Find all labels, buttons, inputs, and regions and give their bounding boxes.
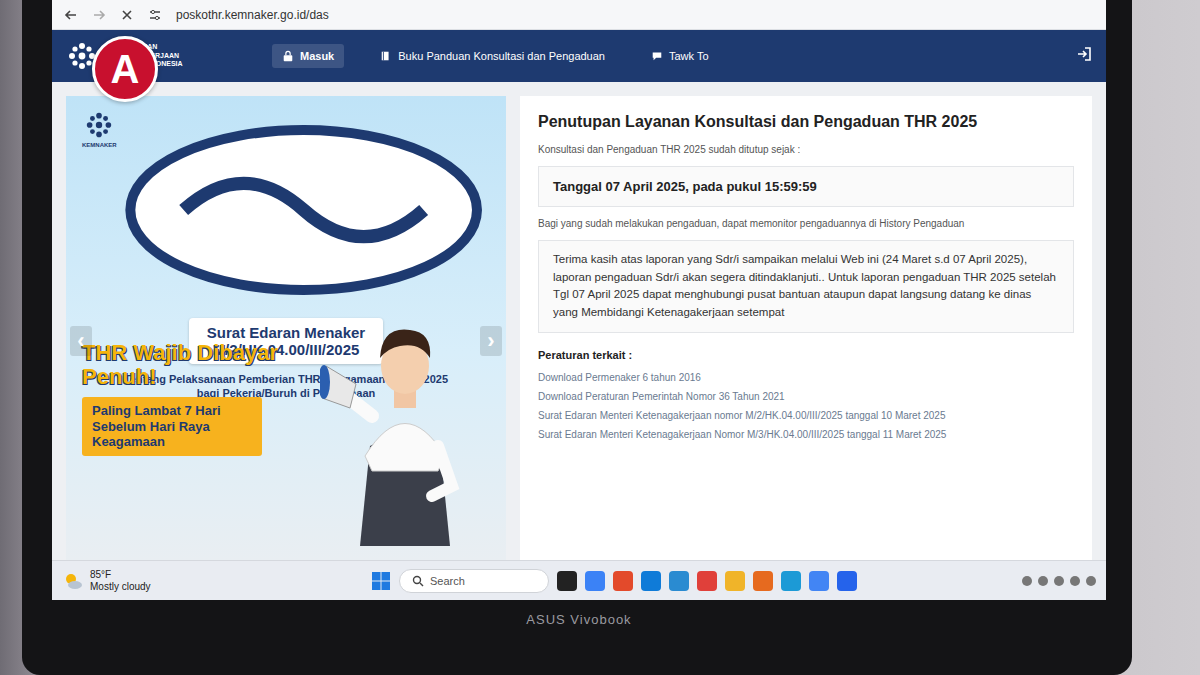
- site-navbar: KEMENTERIANKETENAGAKERJAANREPUBLIK INDON…: [52, 30, 1106, 82]
- laptop: poskothr.kemnaker.go.id/das KEMENTERIANKE…: [22, 0, 1132, 675]
- search-placeholder: Search: [430, 575, 465, 587]
- taskbar-app-icon[interactable]: [669, 571, 689, 591]
- nav-label: Masuk: [300, 50, 334, 62]
- temperature: 85°F: [90, 569, 151, 581]
- regulation-link[interactable]: Download Peraturan Pemerintah Nomor 36 T…: [538, 390, 1074, 403]
- taskbar-app-icon[interactable]: [641, 571, 661, 591]
- lock-icon: [282, 50, 294, 62]
- taskbar-app-icon[interactable]: [585, 571, 605, 591]
- banner-logo: KEMNAKER: [82, 110, 117, 148]
- sun-cloud-icon: [62, 570, 84, 592]
- login-icon[interactable]: [1076, 46, 1092, 62]
- banner-deadline: Paling Lambat 7 Hari Sebelum Hari Raya K…: [82, 397, 262, 456]
- laptop-brand: ASUS Vivobook: [526, 612, 631, 627]
- thr-banner[interactable]: KEMNAKERSurat Edaran MenakerM/2/HK.04.00…: [66, 96, 506, 560]
- weather-condition: Mostly cloudy: [90, 581, 151, 593]
- banner-body: THR Wajib Dibayar Penuh!Paling Lambat 7 …: [82, 409, 490, 546]
- taskbar-app-icon[interactable]: [725, 571, 745, 591]
- regulation-link[interactable]: Surat Edaran Menteri Ketenagakerjaan nom…: [538, 409, 1074, 422]
- closure-panel: Penutupan Layanan Konsultasi dan Pengadu…: [520, 96, 1092, 560]
- nav-item[interactable]: Masuk: [272, 44, 344, 68]
- chat-icon: [651, 50, 663, 62]
- screen: poskothr.kemnaker.go.id/das KEMENTERIANKE…: [52, 0, 1106, 600]
- laptop-bezel: ASUS Vivobook: [52, 600, 1106, 675]
- nav-label: Tawk To: [669, 50, 709, 62]
- banner-org: KEMNAKER: [82, 142, 117, 148]
- taskbar-apps: Search: [272, 569, 956, 593]
- banner-headline: THR Wajib Dibayar Penuh!: [82, 341, 282, 389]
- tray-icon[interactable]: [1054, 576, 1064, 586]
- taskbar-app-icon[interactable]: [557, 571, 577, 591]
- browser-bar: poskothr.kemnaker.go.id/das: [52, 0, 1106, 30]
- tray-icon[interactable]: [1086, 576, 1096, 586]
- close-icon[interactable]: [120, 8, 134, 22]
- nav-label: Buku Panduan Konsultasi dan Pengaduan: [398, 50, 605, 62]
- site-settings-icon[interactable]: [148, 8, 162, 22]
- closing-date: Tanggal 07 April 2025, pada pukul 15:59:…: [538, 166, 1074, 207]
- taskbar-app-icon[interactable]: [809, 571, 829, 591]
- carousel-next-button[interactable]: ›: [480, 326, 502, 356]
- campaign-badge-icon: [117, 110, 490, 310]
- weather-text: 85°FMostly cloudy: [90, 569, 151, 593]
- monitor-note: Bagi yang sudah melakukan pengaduan, dap…: [538, 217, 1074, 230]
- book-icon: [380, 50, 392, 62]
- back-icon[interactable]: [64, 8, 78, 22]
- banner-header: KEMNAKER: [82, 110, 490, 310]
- weather-widget[interactable]: 85°FMostly cloudy: [62, 569, 262, 593]
- panel-title: Penutupan Layanan Konsultasi dan Pengadu…: [538, 112, 1074, 133]
- taskbar-app-icon[interactable]: [753, 571, 773, 591]
- forward-icon[interactable]: [92, 8, 106, 22]
- taskbar-app-icon[interactable]: [837, 571, 857, 591]
- search-icon: [412, 575, 424, 587]
- carousel-prev-button[interactable]: ‹: [70, 326, 92, 356]
- circular-title: Surat Edaran Menaker: [207, 324, 365, 341]
- taskbar-search[interactable]: Search: [399, 569, 549, 593]
- kemnaker-logo-icon: [84, 110, 114, 140]
- start-button[interactable]: [371, 571, 391, 591]
- regulation-link[interactable]: Surat Edaran Menteri Ketenagakerjaan Nom…: [538, 428, 1074, 441]
- regulation-link[interactable]: Download Permenaker 6 tahun 2016: [538, 371, 1074, 384]
- system-tray: [966, 576, 1096, 586]
- regulations-list: Download Permenaker 6 tahun 2016 Download…: [538, 371, 1074, 441]
- address-bar[interactable]: poskothr.kemnaker.go.id/das: [176, 8, 329, 22]
- nav-item[interactable]: Buku Panduan Konsultasi dan Pengaduan: [370, 44, 615, 68]
- news-watermark: A: [92, 36, 158, 102]
- tray-icon[interactable]: [1022, 576, 1032, 586]
- regulations-title: Peraturan terkait :: [538, 349, 1074, 361]
- thank-you-message: Terima kasih atas laporan yang Sdr/i sam…: [538, 240, 1074, 333]
- nav-item[interactable]: Tawk To: [641, 44, 719, 68]
- login-button[interactable]: [1076, 46, 1092, 66]
- taskbar: 85°FMostly cloudy Search: [52, 560, 1106, 600]
- windows-logo-icon[interactable]: [371, 571, 391, 591]
- taskbar-app-icon[interactable]: [613, 571, 633, 591]
- taskbar-app-icon[interactable]: [781, 571, 801, 591]
- page-content: KEMNAKERSurat Edaran MenakerM/2/HK.04.00…: [52, 82, 1106, 560]
- man-with-megaphone-icon: [320, 296, 490, 546]
- closed-note: Konsultasi dan Pengaduan THR 2025 sudah …: [538, 143, 1074, 156]
- taskbar-app-icon[interactable]: [697, 571, 717, 591]
- banner-text: THR Wajib Dibayar Penuh! Paling Lambat 7 …: [82, 341, 282, 546]
- tray-icon[interactable]: [1070, 576, 1080, 586]
- spokesperson-illustration: [320, 296, 490, 546]
- tray-icon[interactable]: [1038, 576, 1048, 586]
